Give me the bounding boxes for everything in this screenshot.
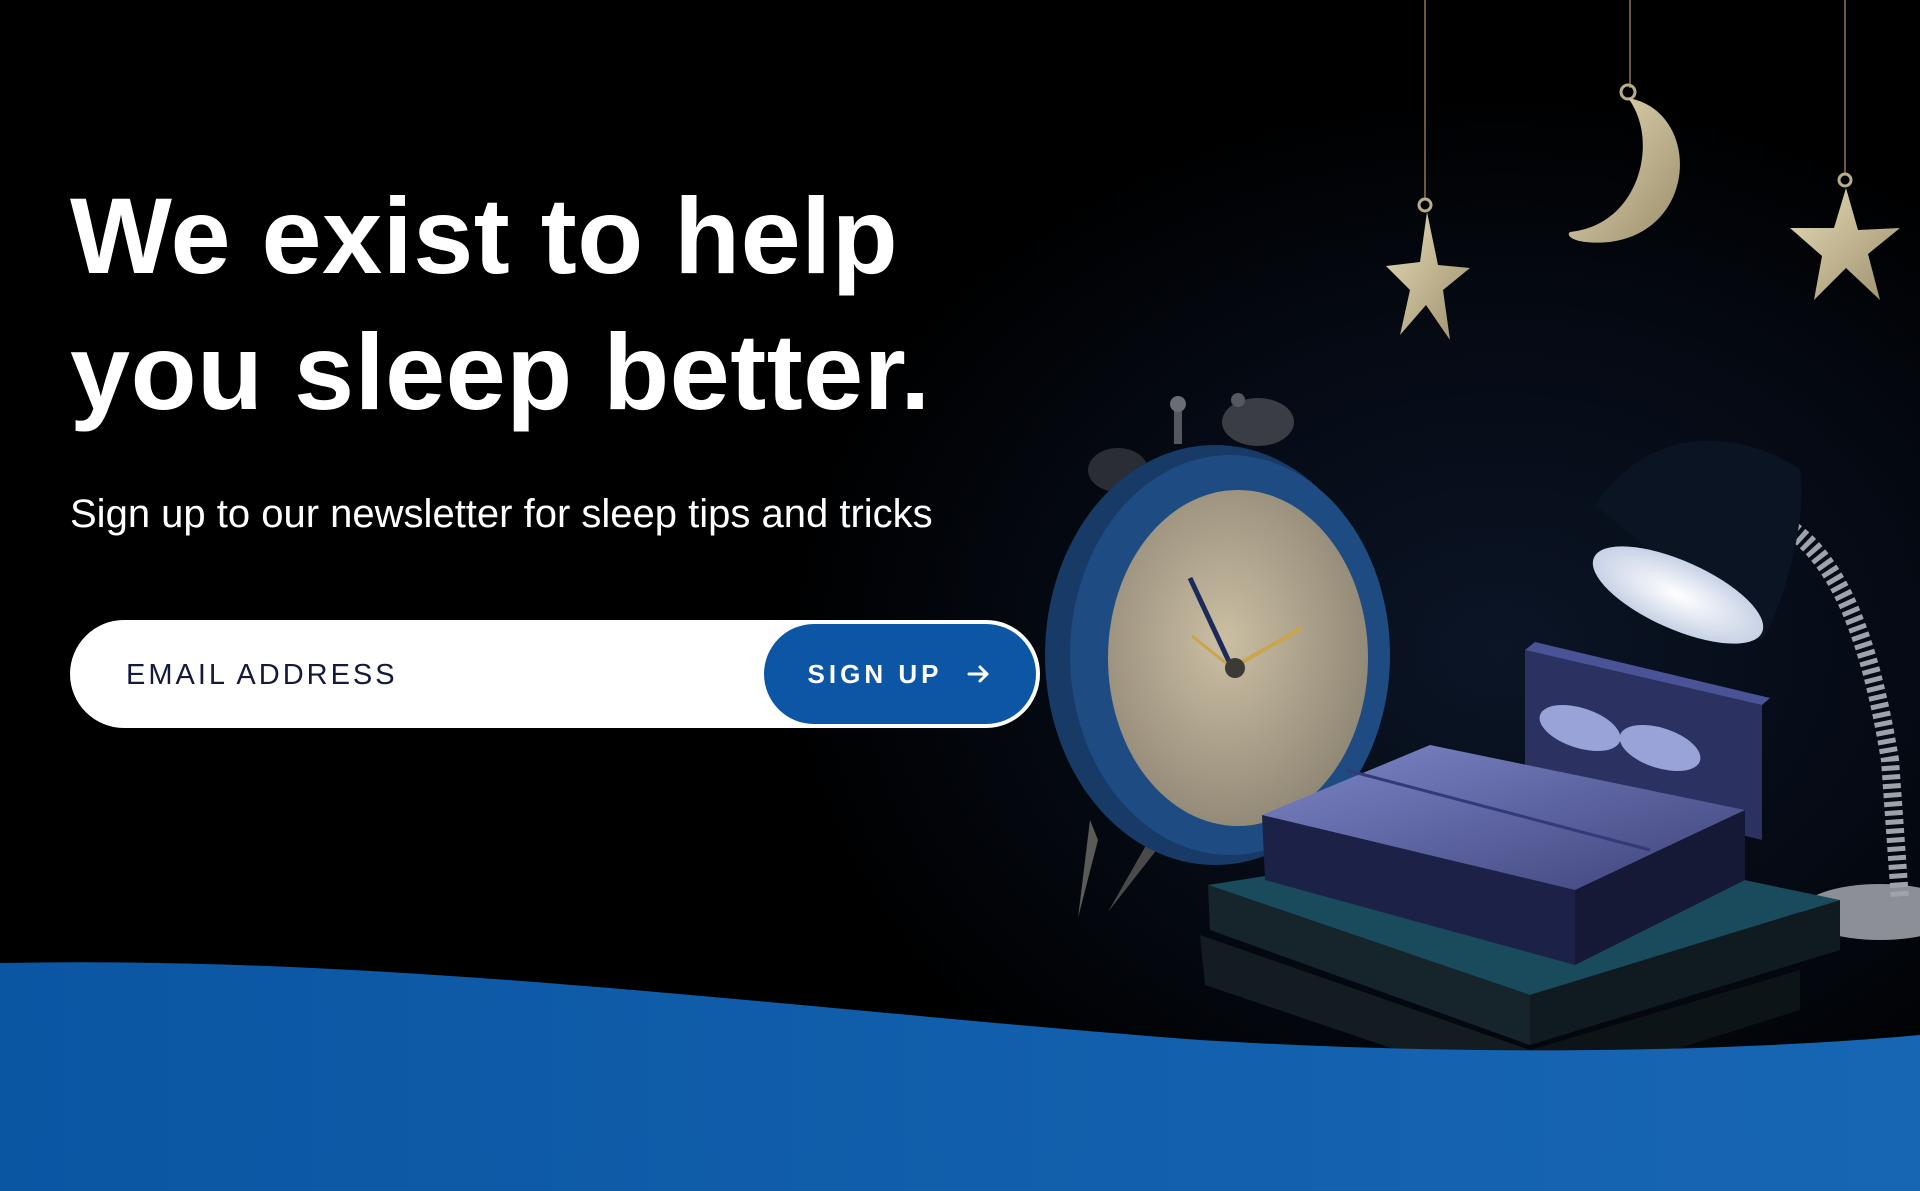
newsletter-signup-form: SIGN UP xyxy=(70,620,1040,730)
email-input[interactable] xyxy=(124,620,768,730)
arrow-right-icon xyxy=(967,665,989,683)
sign-up-button-label: SIGN UP xyxy=(807,658,943,689)
newsletter-subtitle: Sign up to our newsletter for sleep tips… xyxy=(70,492,933,536)
headline-line-2: you sleep better. xyxy=(70,311,931,432)
headline-line-1: We exist to help xyxy=(70,175,899,296)
sign-up-button[interactable]: SIGN UP xyxy=(764,624,1036,724)
hero-section: We exist to help you sleep better. Sign … xyxy=(0,0,1920,1191)
page-headline: We exist to help you sleep better. xyxy=(70,168,1070,440)
